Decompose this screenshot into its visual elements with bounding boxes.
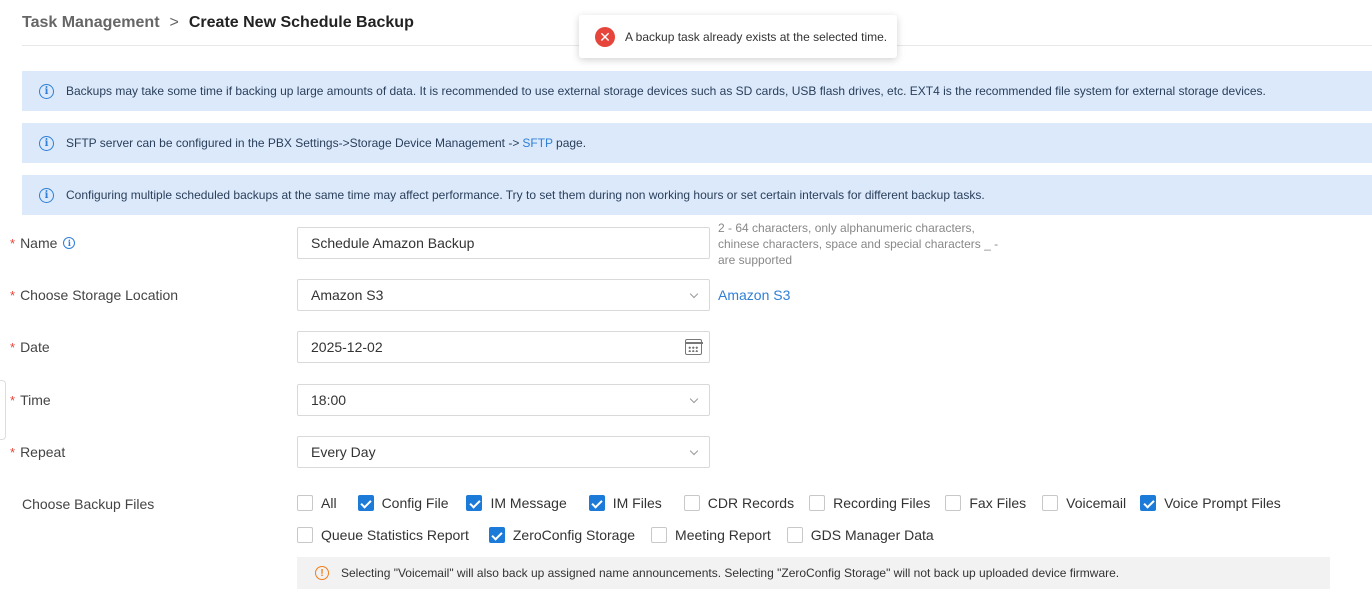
sftp-link[interactable]: SFTP (522, 136, 553, 150)
repeat-select-value: Every Day (311, 444, 376, 460)
checkbox-label: GDS Manager Data (810, 527, 934, 543)
checkbox-im-files[interactable]: IM Files (588, 495, 662, 511)
notice-performance-tip: i Configuring multiple scheduled backups… (22, 175, 1372, 215)
notice-sftp-tip: i SFTP server can be configured in the P… (22, 123, 1372, 163)
checkbox-label: Voice Prompt Files (1164, 495, 1281, 511)
checkbox-unchecked-icon[interactable] (1042, 495, 1059, 511)
required-mark: * (10, 235, 16, 251)
checkbox-recording-files[interactable]: Recording Files (809, 495, 930, 511)
checkbox-checked-icon[interactable] (588, 495, 605, 511)
backup-files-label: Choose Backup Files (22, 496, 154, 512)
repeat-label: * Repeat (10, 444, 65, 460)
required-mark: * (10, 444, 16, 460)
required-mark: * (10, 339, 16, 355)
checkbox-checked-icon[interactable] (488, 527, 505, 543)
checkbox-voice-prompt-files[interactable]: Voice Prompt Files (1140, 495, 1281, 511)
chevron-down-icon (689, 394, 699, 404)
toast-message: A backup task already exists at the sele… (625, 29, 888, 44)
amazon-s3-link[interactable]: Amazon S3 (718, 287, 790, 303)
backup-files-label-text: Choose Backup Files (22, 496, 155, 512)
checkbox-cdr-records[interactable]: CDR Records (683, 495, 795, 511)
date-label: * Date (10, 339, 50, 355)
chevron-down-icon (689, 289, 699, 299)
storage-select[interactable]: Amazon S3 (297, 279, 710, 311)
checkbox-unchecked-icon[interactable] (683, 495, 700, 511)
checkbox-label: IM Message (490, 495, 567, 511)
storage-label-text: Choose Storage Location (20, 287, 179, 303)
chevron-down-icon (689, 446, 699, 456)
warning-icon: ! (315, 566, 329, 580)
error-toast: ✕ A backup task already exists at the se… (579, 15, 897, 58)
time-label: * Time (10, 392, 51, 408)
backup-warning: ! Selecting "Voicemail" will also back u… (297, 557, 1330, 589)
breadcrumb-task-management[interactable]: Task Management (22, 14, 160, 32)
checkbox-meeting-report[interactable]: Meeting Report (651, 527, 771, 543)
checkbox-unchecked-icon[interactable] (297, 527, 313, 543)
checkbox-unchecked-icon[interactable] (786, 527, 803, 543)
checkbox-label: Queue Statistics Report (321, 527, 469, 543)
checkbox-label: IM Files (612, 495, 662, 511)
breadcrumb: Task Management > Create New Schedule Ba… (22, 12, 414, 34)
info-icon: i (39, 187, 54, 203)
checkbox-fax-files[interactable]: Fax Files (945, 495, 1026, 511)
backup-files-row-2: Queue Statistics Report ZeroConfig Storag… (297, 527, 934, 543)
date-label-text: Date (20, 339, 50, 355)
checkbox-label: Voicemail (1066, 495, 1127, 511)
date-picker[interactable]: 2025-12-02 (297, 331, 710, 363)
name-input[interactable]: Schedule Amazon Backup (297, 227, 710, 259)
name-label: * Name i (10, 235, 76, 251)
time-select[interactable]: 18:00 (297, 384, 710, 416)
name-input-value: Schedule Amazon Backup (311, 235, 475, 251)
checkbox-label: Config File (381, 495, 449, 511)
required-mark: * (10, 392, 16, 408)
time-label-text: Time (20, 392, 51, 408)
checkbox-unchecked-icon[interactable] (809, 495, 826, 511)
checkbox-queue-statistics-report[interactable]: Queue Statistics Report (297, 527, 469, 543)
checkbox-label: Fax Files (969, 495, 1027, 511)
info-icon: i (39, 83, 54, 99)
checkbox-label: ZeroConfig Storage (512, 527, 636, 543)
time-select-value: 18:00 (311, 392, 347, 408)
notice-text: Backups may take some time if backing up… (66, 84, 1266, 98)
checkbox-label: Recording Files (833, 495, 931, 511)
required-mark: * (10, 287, 16, 303)
checkbox-voicemail[interactable]: Voicemail (1042, 495, 1126, 511)
info-icon[interactable]: i (63, 237, 76, 249)
checkbox-im-message[interactable]: IM Message (466, 495, 567, 511)
calendar-icon[interactable] (684, 339, 703, 355)
notice-storage-tip: i Backups may take some time if backing … (22, 71, 1372, 111)
storage-label: * Choose Storage Location (10, 287, 178, 303)
name-label-text: Name (20, 235, 58, 251)
checkbox-label: Meeting Report (675, 527, 771, 543)
checkbox-label: CDR Records (707, 495, 795, 511)
checkbox-gds-manager-data[interactable]: GDS Manager Data (786, 527, 934, 543)
checkbox-checked-icon[interactable] (1140, 495, 1157, 511)
checkbox-unchecked-icon[interactable] (945, 495, 962, 511)
notice-text-end: page. (556, 136, 587, 150)
checkbox-all[interactable]: All (297, 495, 337, 511)
info-icon: i (39, 135, 54, 151)
breadcrumb-separator: > (169, 14, 179, 31)
repeat-label-text: Repeat (20, 444, 66, 460)
notice-text: Configuring multiple scheduled backups a… (66, 188, 985, 202)
checkbox-config-file[interactable]: Config File (357, 495, 449, 511)
checkbox-zeroconfig-storage[interactable]: ZeroConfig Storage (488, 527, 636, 543)
side-drawer-handle[interactable] (0, 380, 6, 440)
repeat-select[interactable]: Every Day (297, 436, 710, 468)
warning-text: Selecting "Voicemail" will also back up … (341, 566, 1120, 580)
name-hint: 2 - 64 characters, only alphanumeric cha… (718, 221, 999, 267)
page-title: Create New Schedule Backup (188, 14, 414, 31)
checkbox-label: All (321, 495, 337, 511)
error-icon: ✕ (595, 26, 615, 47)
storage-select-value: Amazon S3 (311, 287, 384, 303)
checkbox-checked-icon[interactable] (466, 495, 483, 511)
checkbox-unchecked-icon[interactable] (297, 495, 313, 511)
date-picker-value: 2025-12-02 (311, 339, 383, 355)
backup-files-row-1: All Config File IM Message IM Files CDR Reco… (297, 495, 1281, 511)
checkbox-checked-icon[interactable] (357, 495, 374, 511)
checkbox-unchecked-icon[interactable] (651, 527, 668, 543)
notice-text: SFTP server can be configured in the PBX… (66, 136, 520, 150)
